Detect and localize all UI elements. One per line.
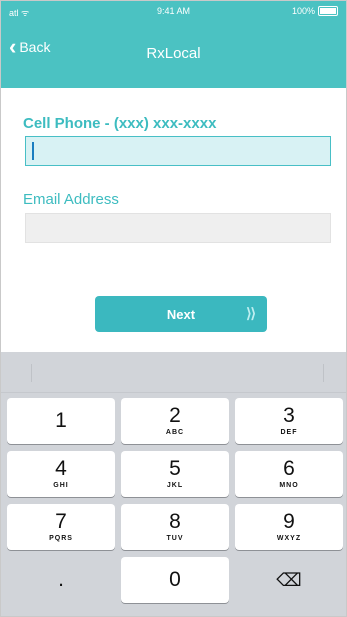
divider [31,364,32,382]
nav-header: atl ᯤ 9:41 AM 100% ‹ Back RxLocal [1,1,346,88]
battery-percent: 100% [291,6,315,16]
key-letters: ABC [165,429,185,436]
key-0[interactable]: 0 [121,557,229,603]
delete-key[interactable]: ⌫ [235,557,343,603]
key-letters: TUV [166,535,184,542]
key-digit: 0 [169,568,181,591]
page-title: RxLocal [146,45,201,62]
key-5[interactable]: 5 JKL [121,451,229,497]
numeric-keypad: 1 2 ABC 3 DEF 4 GHI 5 JKL 6 MNO 7 PQRS 8… [1,352,346,616]
key-3[interactable]: 3 DEF [235,398,343,444]
key-digit: 6 [283,457,295,480]
phone-label: Cell Phone - (xxx) xxx-xxxx [23,115,217,132]
text-cursor [32,142,34,160]
battery-icon [318,6,338,16]
key-7[interactable]: 7 PQRS [7,504,115,550]
key-letters: WXYZ [276,535,302,542]
email-field[interactable] [25,213,331,243]
next-label: Next [166,306,196,322]
key-9[interactable]: 9 WXYZ [235,504,343,550]
key-letters: MNO [279,482,299,489]
key-2[interactable]: 2 ABC [121,398,229,444]
key-digit: . [58,568,64,591]
key-letters: JKL [166,482,184,489]
key-letters: PQRS [49,535,73,542]
app-screen: atl ᯤ 9:41 AM 100% ‹ Back RxLocal Cell P… [0,0,347,617]
key-letters: DEF [280,429,298,436]
key-digit: 4 [55,457,67,480]
next-button[interactable]: Next ⟩⟩ [95,296,267,332]
key-digit: 3 [283,404,295,427]
divider [323,364,324,382]
key-letters: GHI [53,482,69,489]
status-bar: atl ᯤ 9:41 AM 100% [1,1,346,23]
key-8[interactable]: 8 TUV [121,504,229,550]
battery-indicator: 100% [292,6,338,16]
key-digit: 7 [55,510,67,533]
key-decimal[interactable]: . [7,557,115,603]
phone-field[interactable] [25,136,331,166]
key-digit: 8 [169,510,181,533]
key-digit: 1 [55,408,67,432]
backspace-icon: ⌫ [276,570,302,590]
double-chevron-right-icon: ⟩⟩ [246,305,256,321]
email-label: Email Address [23,191,119,208]
key-digit: 9 [283,510,295,533]
key-digit: 2 [169,404,181,427]
key-4[interactable]: 4 GHI [7,451,115,497]
key-1[interactable]: 1 [7,398,115,444]
key-digit: 5 [169,457,181,480]
keyboard-accessory-bar [1,352,346,393]
key-6[interactable]: 6 MNO [235,451,343,497]
